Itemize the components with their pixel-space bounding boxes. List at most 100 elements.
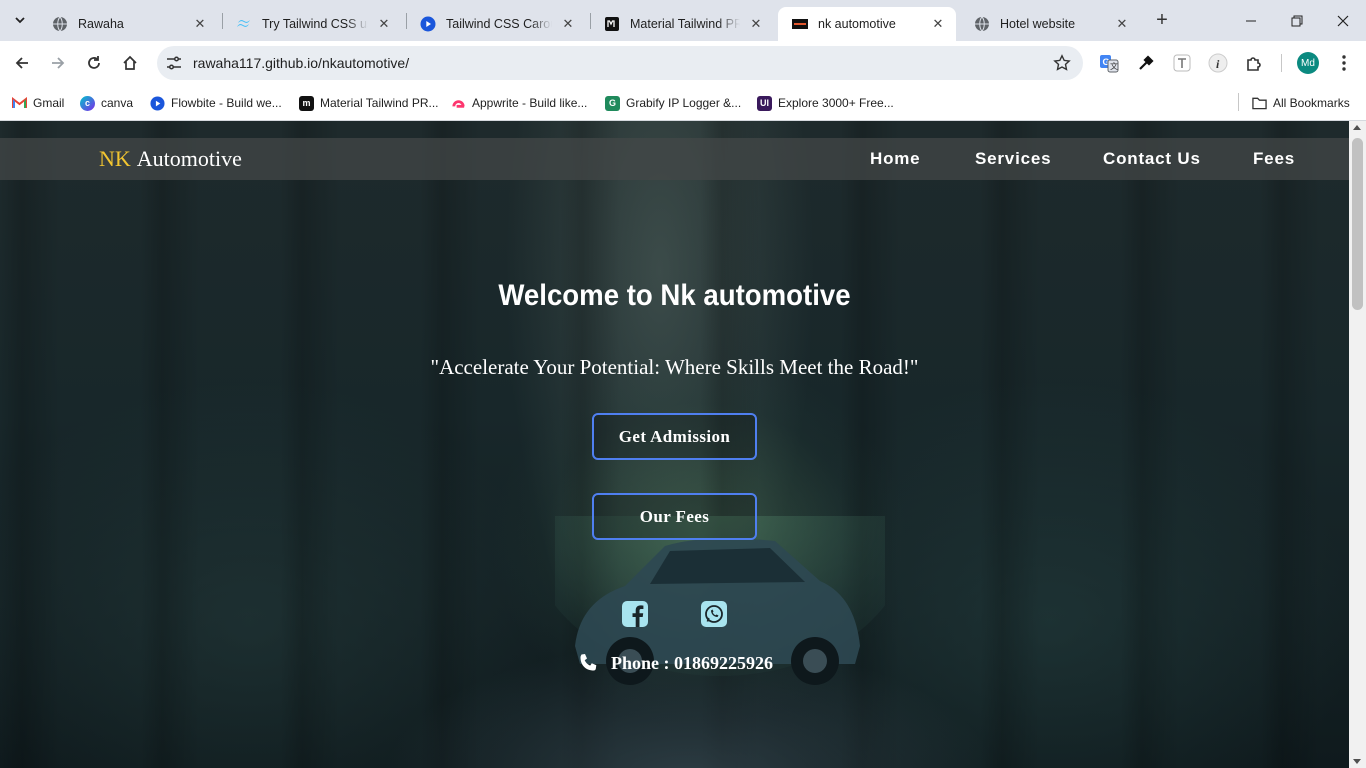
info-icon: i [1208,53,1228,73]
restore-icon [1291,15,1303,26]
scroll-up-arrow-icon[interactable] [1353,125,1361,130]
reload-icon [88,56,100,69]
hero-tagline: "Accelerate Your Potential: Where Skills… [430,355,919,379]
folder-icon [1252,96,1267,111]
flowbite-icon [150,95,165,111]
our-fees-button[interactable]: Our Fees [592,493,757,540]
get-admission-button[interactable]: Get Admission [592,413,757,460]
all-bookmarks-button[interactable]: All Bookmarks [1252,92,1350,114]
more-vertical-icon [1342,55,1346,71]
tab-close-icon[interactable]: ✕ [746,14,766,34]
chevron-down-icon [15,17,25,24]
gmail-icon [12,96,27,111]
home-button[interactable] [116,49,144,77]
minimize-button[interactable] [1228,0,1274,41]
puzzle-icon [1247,57,1261,71]
restore-button[interactable] [1274,0,1320,41]
site-logo[interactable]: NK Automotive [99,146,242,172]
browser-tab[interactable]: Try Tailwind CSS using ✕ [222,7,402,41]
bookmark-label: Grabify IP Logger &... [626,96,742,110]
text-icon [1173,54,1191,72]
bookmarks-divider [1238,93,1239,111]
svg-text:文: 文 [1110,61,1118,71]
browser-menu-button[interactable] [1334,52,1354,74]
bookmark-label: Explore 3000+ Free... [778,96,894,110]
material-tailwind-icon [604,16,620,32]
logo-text: Automotive [136,146,242,171]
tab-close-icon[interactable]: ✕ [374,14,394,34]
tab-close-icon[interactable]: ✕ [558,14,578,34]
phone-number-text: Phone : 01869225926 [611,652,773,673]
bookmark-star-icon[interactable] [1053,54,1071,72]
tab-search-button[interactable] [7,7,33,33]
eyedropper-extension[interactable] [1135,52,1157,74]
arrow-right-icon [52,57,65,69]
facebook-icon[interactable] [621,600,649,628]
back-button[interactable] [8,49,36,77]
browser-tab[interactable]: Material Tailwind PRO ✕ [590,7,774,41]
translate-icon: G文 [1100,55,1119,73]
google-translate-extension[interactable]: G文 [1098,52,1120,74]
tab-title: Rawaha [78,17,124,31]
whatsapp-icon[interactable] [700,600,728,628]
logo-accent: NK [99,146,131,171]
info-extension[interactable]: i [1207,52,1229,74]
nav-contact-us[interactable]: Contact Us [1103,149,1201,169]
tab-close-icon[interactable]: ✕ [190,14,210,34]
globe-icon [52,16,68,32]
nav-fees[interactable]: Fees [1253,149,1295,169]
tab-close-icon[interactable]: ✕ [1112,14,1132,34]
hero-title: Welcome to Nk automotive [498,279,851,312]
forward-button[interactable] [44,49,72,77]
bookmark-label: Appwrite - Build like... [472,96,588,110]
bookmark-flowbite[interactable]: Flowbite - Build we... [150,92,282,114]
phone-contact[interactable]: Phone : 01869225926 [577,651,773,675]
tab-title: nk automotive [818,17,896,31]
tab-title: Try Tailwind CSS using [262,17,368,31]
browser-tab[interactable]: Tailwind CSS Carousel ✕ [406,7,586,41]
grabify-icon: G [605,95,620,111]
tailwind-icon [236,16,252,32]
page-viewport: NK Automotive Home Services Contact Us Fe… [0,121,1349,768]
url-text[interactable]: rawaha117.github.io/nkautomotive/ [193,55,409,71]
ui-icon: UI [757,95,772,111]
minimize-icon [1246,20,1256,21]
bookmark-label: Material Tailwind PR... [320,96,439,110]
new-tab-button[interactable]: + [1150,8,1174,32]
canva-icon: c [80,95,95,111]
browser-tab-active[interactable]: nk automotive ✕ [778,7,956,41]
phone-icon [580,654,597,671]
bookmark-appwrite[interactable]: Appwrite - Build like... [451,92,587,114]
bookmark-label: Gmail [33,96,65,110]
page-scrollbar[interactable] [1349,121,1366,768]
reload-button[interactable] [80,49,108,77]
profile-avatar[interactable]: Md [1297,52,1319,74]
bookmark-explore[interactable]: UI Explore 3000+ Free... [757,92,894,114]
browser-tab[interactable]: Rawaha ✕ [38,7,218,41]
browser-toolbar: rawaha117.github.io/nkautomotive/ G文 i M… [0,41,1366,85]
extensions-button[interactable] [1243,52,1265,74]
close-window-button[interactable] [1320,0,1366,41]
scrollbar-thumb[interactable] [1352,138,1363,310]
plus-icon: + [1156,8,1168,31]
address-bar[interactable]: rawaha117.github.io/nkautomotive/ [157,46,1083,80]
bookmark-label: Flowbite - Build we... [171,96,282,110]
scroll-down-arrow-icon[interactable] [1353,759,1361,764]
bookmark-gmail[interactable]: Gmail [12,92,64,114]
tab-title: Tailwind CSS Carousel [446,17,552,31]
bookmark-grabify[interactable]: G Grabify IP Logger &... [605,92,741,114]
site-info-icon[interactable] [165,54,183,72]
nav-services[interactable]: Services [975,149,1051,169]
bookmark-canva[interactable]: c canva [80,92,133,114]
bookmark-material-tailwind[interactable]: m Material Tailwind PR... [299,92,439,114]
tab-close-icon[interactable]: ✕ [928,14,948,34]
browser-tab[interactable]: Hotel website ✕ [960,7,1140,41]
globe-icon [974,16,990,32]
arrow-left-icon [15,57,28,69]
play-circle-icon [420,16,436,32]
font-extension[interactable] [1171,52,1193,74]
browser-tab-strip: Rawaha ✕ Try Tailwind CSS using ✕ Tailwi… [0,0,1366,41]
nav-home[interactable]: Home [870,149,920,169]
site-navbar: NK Automotive Home Services Contact Us Fe… [0,138,1349,180]
material-tailwind-icon: m [299,95,314,111]
